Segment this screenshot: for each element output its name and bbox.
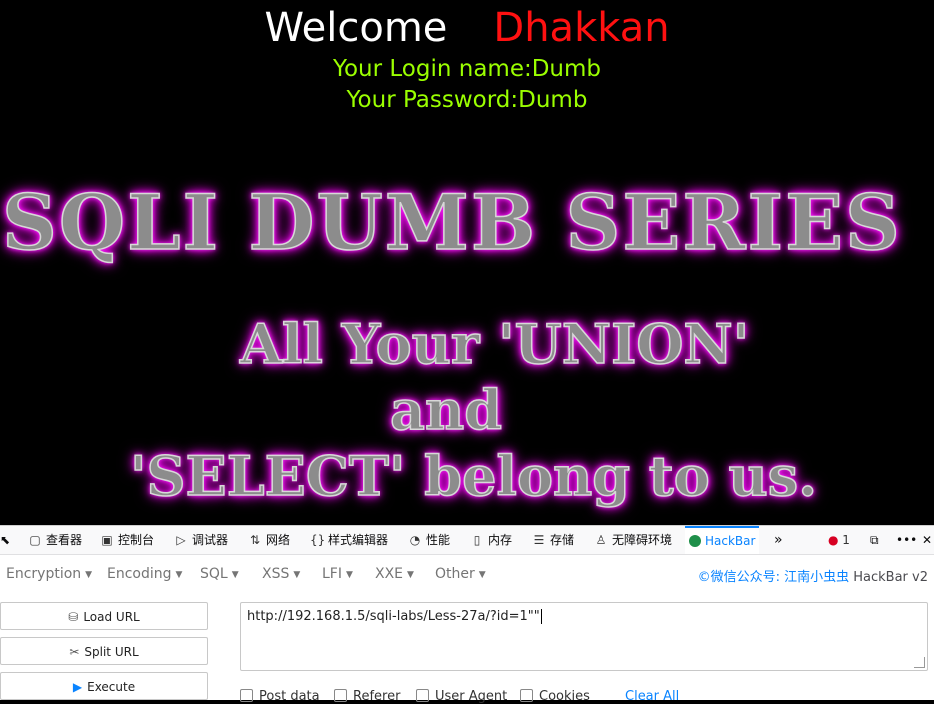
caret-down-icon: ▼	[478, 570, 486, 580]
hackbar-brand: ©微信公众号: 江南小虫虫 HackBar v2	[697, 570, 928, 585]
options-menu-icon[interactable]: •••	[896, 526, 917, 554]
menu-xss[interactable]: XSS ▼	[262, 566, 300, 582]
debugger-icon: ▷	[176, 533, 186, 547]
execute-button[interactable]: ▶ Execute	[0, 672, 208, 700]
tab-memory[interactable]: ▯ 内存	[470, 526, 512, 554]
load-url-button[interactable]: ⛁ Load URL	[0, 602, 208, 630]
scissors-icon: ✂	[69, 645, 80, 659]
referer-checkbox[interactable]: Referer	[334, 689, 400, 704]
menu-encoding[interactable]: Encoding ▼	[107, 566, 182, 582]
clear-all-link[interactable]: Clear All	[625, 689, 679, 704]
webpage-content: Welcome Dhakkan Your Login name:Dumb Your…	[0, 0, 934, 525]
url-value: http://192.168.1.5/sqli-labs/Less-27a/?i…	[247, 609, 540, 624]
tab-style-editor[interactable]: {} 样式编辑器	[310, 526, 388, 554]
welcome-heading: Welcome Dhakkan	[0, 6, 934, 50]
tab-accessibility[interactable]: ♙ 无障碍环境	[594, 526, 672, 554]
caret-down-icon: ▼	[407, 570, 414, 580]
storage-icon: ☰	[533, 533, 545, 547]
hackbar-icon	[689, 534, 701, 547]
style-editor-icon: {}	[310, 533, 326, 547]
tab-debugger[interactable]: ▷ 调试器	[174, 526, 228, 554]
user-agent-checkbox[interactable]: User Agent	[416, 689, 507, 704]
network-icon: ⇅	[249, 533, 261, 547]
error-count-badge[interactable]: ● 1	[828, 526, 850, 554]
menu-xxe[interactable]: XXE ▼	[375, 566, 414, 582]
devtools-panel: ⬉ ▢ 查看器 ▣ 控制台 ▷ 调试器 ⇅ 网络 {} 样式编辑器 ◔ 性能 ▯ 内存 ☰ 存储…	[0, 525, 934, 704]
caret-down-icon: ▼	[231, 570, 239, 580]
dock-mode-icon[interactable]: ⧉	[870, 526, 879, 554]
banner-union: All Your 'UNION'	[239, 311, 750, 377]
welcome-name: Dhakkan	[493, 5, 670, 51]
caret-down-icon: ▼	[345, 570, 353, 580]
banner-title: SQLI DUMB SERIES	[1, 177, 902, 268]
password-line: Your Password:Dumb	[346, 87, 588, 113]
close-icon[interactable]: ✕	[922, 526, 932, 554]
play-icon: ▶	[72, 680, 83, 694]
more-tabs-chevron-icon[interactable]: »	[774, 526, 783, 554]
element-picker-icon[interactable]: ⬉	[0, 526, 10, 554]
banner-and: and	[389, 377, 503, 443]
tab-network[interactable]: ⇅ 网络	[248, 526, 290, 554]
caret-down-icon: ▼	[293, 570, 301, 580]
tab-inspector[interactable]: ▢ 查看器	[28, 526, 82, 554]
cookies-checkbox[interactable]: Cookies	[520, 689, 590, 704]
accessibility-icon: ♙	[595, 533, 607, 547]
banner-select: 'SELECT' belong to us.	[129, 443, 818, 509]
load-url-icon: ⛁	[68, 610, 79, 624]
tab-console[interactable]: ▣ 控制台	[100, 526, 154, 554]
resize-handle[interactable]	[914, 657, 925, 668]
tab-performance[interactable]: ◔ 性能	[408, 526, 450, 554]
tab-storage[interactable]: ☰ 存储	[532, 526, 574, 554]
performance-icon: ◔	[409, 533, 421, 547]
memory-icon: ▯	[473, 533, 481, 547]
inspector-icon: ▢	[29, 533, 41, 547]
devtools-tabbar: ⬉ ▢ 查看器 ▣ 控制台 ▷ 调试器 ⇅ 网络 {} 样式编辑器 ◔ 性能 ▯ 内存 ☰ 存储…	[0, 526, 934, 555]
welcome-word: Welcome	[264, 5, 448, 51]
login-name-line: Your Login name:Dumb	[332, 56, 602, 82]
console-icon: ▣	[101, 533, 113, 547]
caret-down-icon: ▼	[85, 570, 93, 580]
menu-lfi[interactable]: LFI ▼	[322, 566, 353, 582]
post-data-checkbox[interactable]: Post data	[240, 689, 320, 704]
caret-down-icon: ▼	[175, 570, 183, 580]
menu-encryption[interactable]: Encryption ▼	[6, 566, 92, 582]
split-url-button[interactable]: ✂ Split URL	[0, 637, 208, 665]
url-textarea[interactable]: http://192.168.1.5/sqli-labs/Less-27a/?i…	[240, 602, 928, 671]
menu-sql[interactable]: SQL ▼	[200, 566, 239, 582]
hackbar-menubar: Encryption ▼ Encoding ▼ SQL ▼ XSS ▼ LFI ▼ XXE…	[0, 560, 934, 590]
tab-hackbar[interactable]: HackBar	[685, 526, 760, 554]
menu-other[interactable]: Other ▼	[435, 566, 486, 582]
